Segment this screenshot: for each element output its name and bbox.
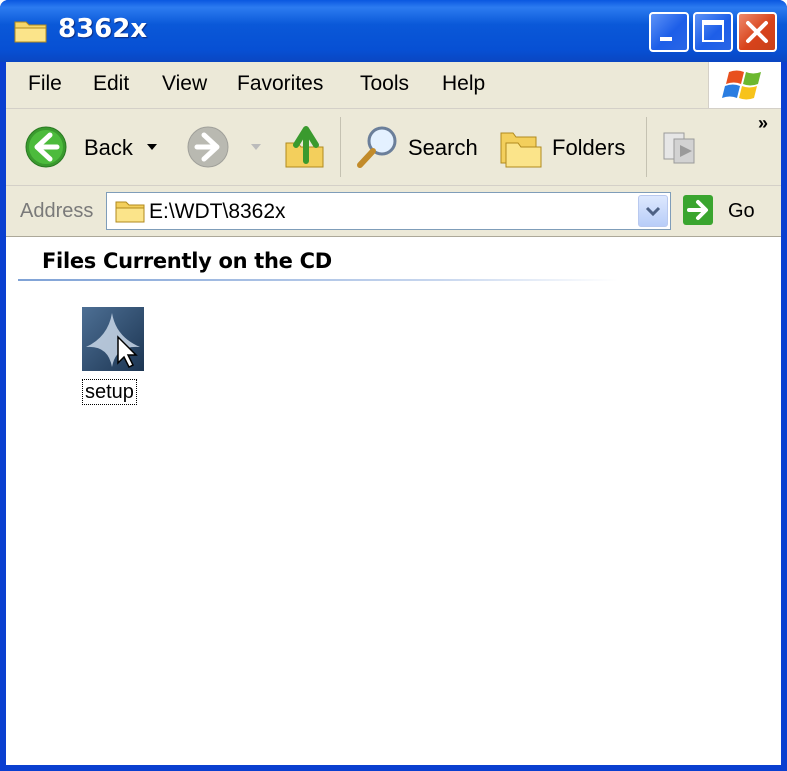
search-icon[interactable] (354, 123, 402, 171)
chevron-down-icon (645, 206, 661, 217)
menu-favorites[interactable]: Favorites (237, 72, 323, 96)
menu-help[interactable]: Help (442, 72, 485, 96)
group-divider (18, 279, 618, 281)
address-dropdown-button[interactable] (638, 195, 668, 227)
menu-bar: File Edit View Favorites Tools Help (6, 62, 781, 109)
up-folder-icon[interactable] (282, 121, 328, 171)
windows-flag-icon (722, 70, 761, 100)
back-icon[interactable] (24, 125, 68, 169)
address-value[interactable]: E:\WDT\8362x (149, 200, 286, 224)
window-title: 8362x (58, 14, 148, 44)
standard-toolbar: Back Search Folders » (6, 109, 781, 186)
folders-icon[interactable] (498, 125, 544, 169)
minimize-icon (660, 37, 672, 41)
maximize-button[interactable] (693, 12, 733, 52)
close-icon (746, 21, 768, 43)
title-bar[interactable]: 8362x (0, 0, 787, 62)
forward-icon[interactable] (186, 125, 230, 169)
toolbar-overflow-chevron-icon[interactable]: » (758, 113, 768, 134)
address-bar: Address E:\WDT\8362x Go (6, 186, 781, 237)
maximize-icon (702, 20, 724, 42)
forward-dropdown-icon (251, 144, 261, 150)
folder-icon (14, 21, 47, 43)
window-frame: File Edit View Favorites Tools Help Back… (6, 62, 781, 765)
file-view: Files Currently on the CD setup (6, 237, 781, 765)
back-button[interactable]: Back (84, 135, 133, 161)
explorer-window: 8362x File Edit View Favorites Tools Hel… (0, 0, 787, 771)
address-field[interactable]: E:\WDT\8362x (106, 192, 671, 230)
setup-icon[interactable] (82, 307, 144, 371)
file-name[interactable]: setup (82, 379, 137, 405)
address-label: Address (20, 200, 94, 222)
toolbar-separator (646, 117, 647, 177)
views-icon[interactable] (658, 125, 702, 169)
group-header: Files Currently on the CD (42, 249, 332, 273)
search-button[interactable]: Search (408, 135, 478, 161)
menu-tools[interactable]: Tools (360, 72, 409, 96)
menu-file[interactable]: File (28, 72, 62, 96)
toolbar-separator (340, 117, 341, 177)
folders-button[interactable]: Folders (552, 135, 625, 161)
windows-logo (708, 62, 781, 108)
menu-view[interactable]: View (162, 72, 207, 96)
close-button[interactable] (737, 12, 777, 52)
back-dropdown-icon[interactable] (146, 142, 158, 152)
folder-icon (115, 201, 145, 223)
go-button[interactable]: Go (728, 200, 755, 223)
menu-edit[interactable]: Edit (93, 72, 129, 96)
go-arrow-icon[interactable] (682, 194, 714, 226)
minimize-button[interactable] (649, 12, 689, 52)
